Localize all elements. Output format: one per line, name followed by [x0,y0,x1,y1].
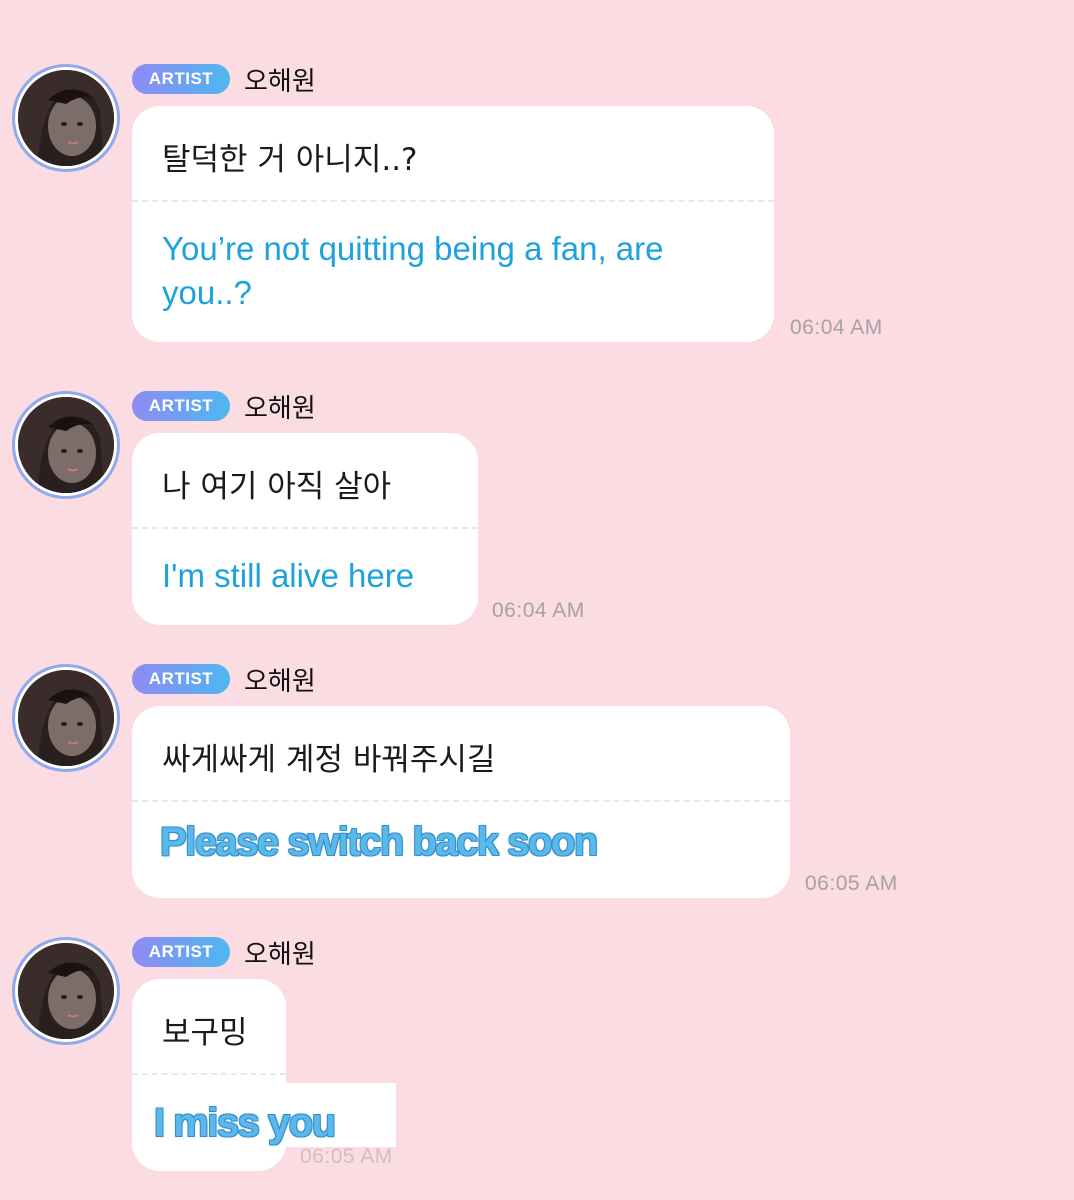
message-bubble[interactable]: 싸게싸게 계정 바꿔주시길 Please switch back soon [132,706,790,898]
message-bubble[interactable]: 탈덕한 거 아니지..? You’re not quitting being a… [132,106,774,342]
avatar[interactable] [12,64,120,172]
artist-badge: ARTIST [132,937,230,967]
message-bubble[interactable]: 나 여기 아직 살아 I'm still alive here [132,433,478,625]
sender-name: 오해원 [244,67,316,97]
message-timestamp: 06:04 AM [492,599,585,622]
divider [132,800,790,802]
message-korean-text: 싸게싸게 계정 바꿔주시길 [162,742,496,778]
avatar-photo [18,70,114,166]
avatar[interactable] [12,391,120,499]
message-korean-text: 보구밍 [162,1015,248,1051]
artist-badge: ARTIST [132,391,230,421]
artist-badge: ARTIST [132,664,230,694]
message-timestamp: 06:05 AM [300,1145,393,1168]
message-timestamp: 06:04 AM [790,316,883,339]
avatar-photo [18,670,114,766]
divider [132,1073,286,1075]
message-translation-text: You’re not quitting being a fan, are you… [162,230,664,311]
artist-badge: ARTIST [132,64,230,94]
avatar-photo [18,397,114,493]
avatar-photo [18,943,114,1039]
avatar[interactable] [12,937,120,1045]
sender-name: 오해원 [244,394,316,424]
avatar[interactable] [12,664,120,772]
message-korean-text: 나 여기 아직 살아 [162,469,392,505]
sender-name: 오해원 [244,667,316,697]
message-korean-text: 탈덕한 거 아니지..? [162,142,418,178]
message-translation-text: I miss you [153,1100,337,1146]
message-translation-text: Please switch back soon [159,819,599,865]
divider [132,200,774,202]
message-translation-text: I'm still alive here [162,557,415,594]
sender-name: 오해원 [244,940,316,970]
message-timestamp: 06:05 AM [805,872,898,895]
divider [132,527,478,529]
